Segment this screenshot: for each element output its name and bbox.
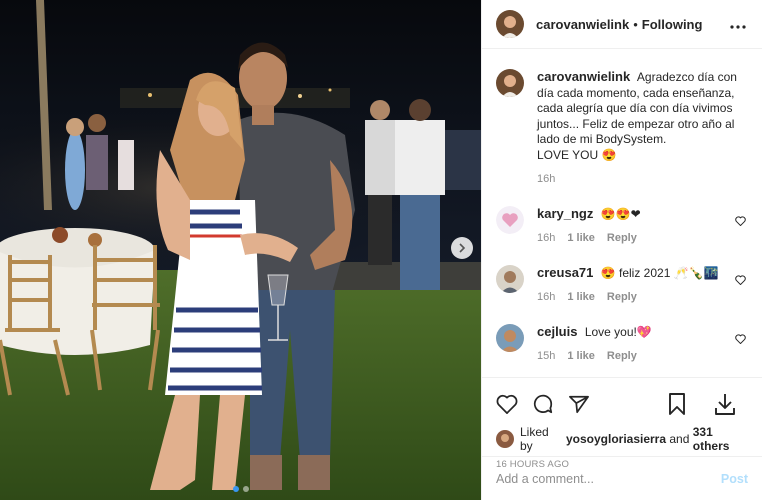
chevron-right-icon xyxy=(459,243,466,253)
commenter-avatar[interactable] xyxy=(496,265,524,293)
comment-text: 😍😍❤ xyxy=(600,207,641,221)
comment-icon[interactable] xyxy=(532,393,554,415)
comment-username[interactable]: kary_ngz xyxy=(537,206,593,221)
reply-button[interactable]: Reply xyxy=(607,232,637,244)
liker-avatar[interactable] xyxy=(496,430,514,448)
caption-time[interactable]: 16h xyxy=(537,173,750,185)
post-comment-button[interactable]: Post xyxy=(721,472,748,486)
caption-text-block: carovanwielink Agradezco día con día cad… xyxy=(537,69,750,163)
follow-status[interactable]: Following xyxy=(642,17,703,32)
caption: carovanwielink Agradezco día con día cad… xyxy=(496,69,750,185)
comment-text: 😍 feliz 2021 🥂🍾🌃 xyxy=(600,266,719,280)
add-comment-bar: Post xyxy=(482,456,762,500)
likes-prefix: Liked by xyxy=(520,425,549,453)
instagram-post: carovanwielink • Following carovanwielin… xyxy=(0,0,762,500)
more-options-icon[interactable] xyxy=(730,17,746,32)
caption-username[interactable]: carovanwielink xyxy=(537,69,630,84)
share-icon[interactable] xyxy=(568,394,590,414)
comment-like-count[interactable]: 1 like xyxy=(567,350,595,362)
likes-others-count[interactable]: 331 others xyxy=(693,425,750,453)
author-username[interactable]: carovanwielink xyxy=(536,17,629,32)
caption-avatar[interactable] xyxy=(496,69,524,97)
comments-section: carovanwielink Agradezco día con día cad… xyxy=(482,49,762,377)
header-separator: • xyxy=(633,16,638,32)
reply-button[interactable]: Reply xyxy=(607,350,637,362)
comment-username[interactable]: creusa71 xyxy=(537,265,593,280)
comment-input[interactable] xyxy=(496,471,721,486)
like-comment-icon[interactable] xyxy=(735,273,746,288)
action-bar xyxy=(496,388,750,420)
comment-text: Love you!💖 xyxy=(584,325,652,339)
save-bookmark-icon[interactable] xyxy=(668,393,686,415)
likes-and: and xyxy=(669,432,690,446)
comment-time[interactable]: 16h xyxy=(537,291,555,303)
post-header: carovanwielink • Following xyxy=(482,0,762,49)
reply-button[interactable]: Reply xyxy=(607,291,637,303)
comment-like-count[interactable]: 1 like xyxy=(567,291,595,303)
comment-time[interactable]: 16h xyxy=(537,232,555,244)
post-photo[interactable] xyxy=(0,0,481,500)
commenter-avatar[interactable] xyxy=(496,206,524,234)
liker-username[interactable]: yosoygloriasierra xyxy=(566,432,666,446)
comment-username[interactable]: cejluis xyxy=(537,324,577,339)
commenter-avatar[interactable] xyxy=(496,324,524,352)
author-avatar[interactable] xyxy=(496,10,524,38)
comment-item: cejluis Love you!💖 15h 1 like Reply xyxy=(496,324,750,362)
like-comment-icon[interactable] xyxy=(735,214,746,229)
next-photo-button[interactable] xyxy=(451,237,473,259)
comment-item: creusa71 😍 feliz 2021 🥂🍾🌃 16h 1 like Reply xyxy=(496,265,750,303)
likes-summary: Liked by yosoygloriasierra and 331 other… xyxy=(496,425,750,453)
post-panel: carovanwielink • Following carovanwielin… xyxy=(481,0,762,500)
like-icon[interactable] xyxy=(496,394,518,414)
photo-scene xyxy=(0,0,481,500)
comment-time[interactable]: 15h xyxy=(537,350,555,362)
carousel-dot xyxy=(242,486,249,492)
like-comment-icon[interactable] xyxy=(735,332,746,347)
carousel-indicator xyxy=(0,486,481,492)
carousel-dot-active xyxy=(232,486,239,492)
comment-item: kary_ngz 😍😍❤ 16h 1 like Reply xyxy=(496,206,750,244)
download-icon[interactable] xyxy=(714,393,736,415)
comment-like-count[interactable]: 1 like xyxy=(567,232,595,244)
